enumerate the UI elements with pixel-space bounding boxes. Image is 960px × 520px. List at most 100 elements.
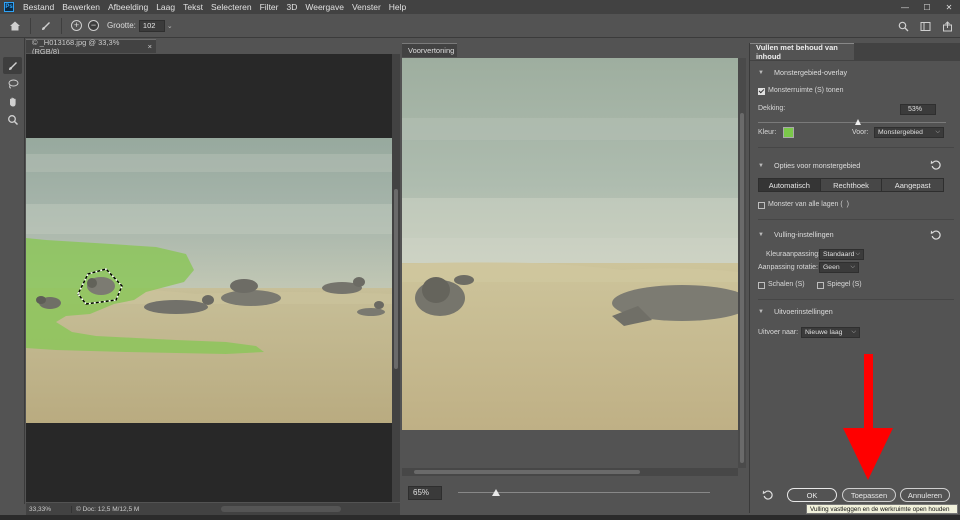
preview-photo: [402, 58, 738, 430]
opacity-field[interactable]: 53%: [900, 104, 936, 115]
output-to-value: Nieuwe laag: [805, 329, 843, 336]
chevron-down-icon: ⌵: [850, 264, 855, 270]
section-title: Vulling-instellingen: [774, 230, 834, 239]
preview-tab[interactable]: Voorvertoning: [402, 43, 457, 57]
document-vertical-scrollbar[interactable]: [392, 54, 400, 502]
menu-afbeelding[interactable]: Afbeelding: [104, 0, 152, 14]
preview-canvas[interactable]: [402, 58, 738, 430]
cancel-button[interactable]: Annuleren: [900, 488, 950, 502]
mirror-label: Spiegel (S): [827, 281, 862, 288]
tools-panel: [0, 38, 25, 504]
chevron-down-icon: ⌵: [855, 251, 860, 257]
scrollbar-thumb[interactable]: [394, 189, 398, 369]
add-to-sample-button[interactable]: +: [71, 20, 82, 31]
scrollbar-thumb[interactable]: [740, 113, 744, 463]
menu-weergave[interactable]: Weergave: [301, 0, 348, 14]
mirror-checkbox[interactable]: [817, 282, 824, 289]
preview-footer: 65%: [402, 478, 746, 508]
overlay-color-swatch[interactable]: [783, 127, 794, 138]
section-header-fill[interactable]: ▼ Vulling-instellingen: [758, 230, 834, 239]
scale-checkbox[interactable]: [758, 282, 765, 289]
menu-help[interactable]: Help: [385, 0, 410, 14]
apply-button[interactable]: Toepassen: [842, 488, 896, 502]
opacity-slider[interactable]: [758, 119, 946, 127]
for-dropdown[interactable]: Monstergebied ⌵: [874, 127, 944, 138]
home-icon[interactable]: [6, 17, 24, 35]
reset-icon[interactable]: [930, 159, 942, 171]
preview-zoom-slider[interactable]: [458, 487, 710, 499]
menu-filter[interactable]: Filter: [256, 0, 283, 14]
section-title: Uitvoerinstellingen: [774, 307, 833, 316]
preview-vertical-scrollbar[interactable]: [738, 58, 746, 468]
brush-size-input[interactable]: 102: [138, 19, 165, 32]
options-separator: [30, 17, 31, 34]
reset-icon[interactable]: [762, 489, 774, 501]
minimize-button[interactable]: —: [894, 0, 916, 14]
for-dropdown-value: Monstergebied: [878, 129, 923, 136]
subtract-from-sample-button[interactable]: −: [88, 20, 99, 31]
rotation-adaptation-dropdown[interactable]: Geen ⌵: [819, 262, 859, 273]
chevron-down-icon: ▼: [758, 231, 764, 238]
close-icon[interactable]: ×: [148, 42, 152, 51]
hand-icon: [9, 97, 16, 106]
chevron-down-icon: ▼: [758, 69, 764, 76]
search-icon[interactable]: [894, 17, 912, 35]
menu-laag[interactable]: Laag: [152, 0, 179, 14]
sampling-brush-icon[interactable]: [37, 17, 55, 35]
maximize-button[interactable]: ☐: [916, 0, 938, 14]
output-to-label: Uitvoer naar:: [758, 329, 799, 336]
show-sample-checkbox[interactable]: [758, 88, 765, 95]
color-label: Kleur:: [758, 129, 777, 136]
zoom-icon: [7, 114, 18, 125]
reset-icon[interactable]: [930, 229, 942, 241]
preview-zoom-field[interactable]: 65%: [408, 486, 442, 500]
color-adaptation-dropdown[interactable]: Standaard ⌵: [819, 249, 864, 260]
section-header-sampling[interactable]: ▼ Opties voor monstergebied: [758, 161, 860, 170]
sampling-mode-segmented-control: Automatisch Rechthoek Aangepast: [758, 178, 944, 192]
panel-tab-content-aware-fill[interactable]: Vullen met behoud van inhoud: [750, 43, 854, 61]
document-canvas[interactable]: [26, 54, 392, 502]
chevron-down-icon[interactable]: ⌄: [167, 22, 173, 30]
menu-venster[interactable]: Venster: [348, 0, 385, 14]
for-label: Voor:: [852, 129, 869, 136]
slider-knob[interactable]: [491, 489, 500, 496]
zoom-tool[interactable]: [3, 111, 22, 128]
hand-tool[interactable]: [3, 93, 22, 110]
sample-all-layers-checkbox[interactable]: [758, 202, 765, 209]
document-tab[interactable]: © _H013168.jpg @ 33,3% (RGB/8) ×: [26, 38, 156, 56]
opacity-label: Dekking:: [758, 105, 786, 112]
segment-rectangle[interactable]: Rechthoek: [820, 179, 883, 191]
section-divider: [758, 219, 954, 220]
status-doc-size: © Doc: 12,5 M/12,5 M: [76, 505, 140, 513]
chevron-down-icon: ⌵: [935, 129, 940, 135]
preview-horizontal-scrollbar[interactable]: [402, 468, 738, 476]
workspace-icon[interactable]: [916, 17, 934, 35]
menu-selecteren[interactable]: Selecteren: [207, 0, 256, 14]
share-icon[interactable]: [938, 17, 956, 35]
segment-custom[interactable]: Aangepast: [882, 179, 944, 191]
menu-bestand[interactable]: Bestand: [19, 0, 58, 14]
chevron-down-icon: ▼: [758, 162, 764, 169]
ok-button[interactable]: OK: [787, 488, 837, 502]
brush-size-label: Grootte:: [107, 21, 136, 30]
scrollbar-thumb[interactable]: [414, 470, 640, 474]
close-button[interactable]: ✕: [938, 0, 960, 14]
apply-button-tooltip: Vulling vastleggen en de werkruimte open…: [806, 504, 958, 514]
menu-tekst[interactable]: Tekst: [179, 0, 207, 14]
sampling-brush-tool[interactable]: [3, 57, 22, 74]
output-to-dropdown[interactable]: Nieuwe laag ⌵: [801, 327, 860, 338]
section-header-overlay[interactable]: ▼ Monstergebied-overlay: [758, 68, 847, 77]
red-arrow-annotation: [843, 354, 893, 480]
sampling-brush-icon: [8, 61, 17, 70]
slider-track: [758, 122, 946, 123]
status-zoom-value[interactable]: 33,33%: [26, 505, 72, 513]
section-header-output[interactable]: ▼ Uitvoerinstellingen: [758, 307, 833, 316]
lasso-icon: [8, 79, 18, 88]
slider-knob[interactable]: [854, 119, 861, 125]
segment-automatic[interactable]: Automatisch: [759, 179, 821, 191]
menu-3d[interactable]: 3D: [282, 0, 301, 14]
lasso-tool[interactable]: [3, 75, 22, 92]
photoshop-window: Ps Bestand Bewerken Afbeelding Laag Teks…: [0, 0, 960, 520]
document-horizontal-scrollbar[interactable]: [221, 506, 341, 512]
menu-bewerken[interactable]: Bewerken: [58, 0, 104, 14]
